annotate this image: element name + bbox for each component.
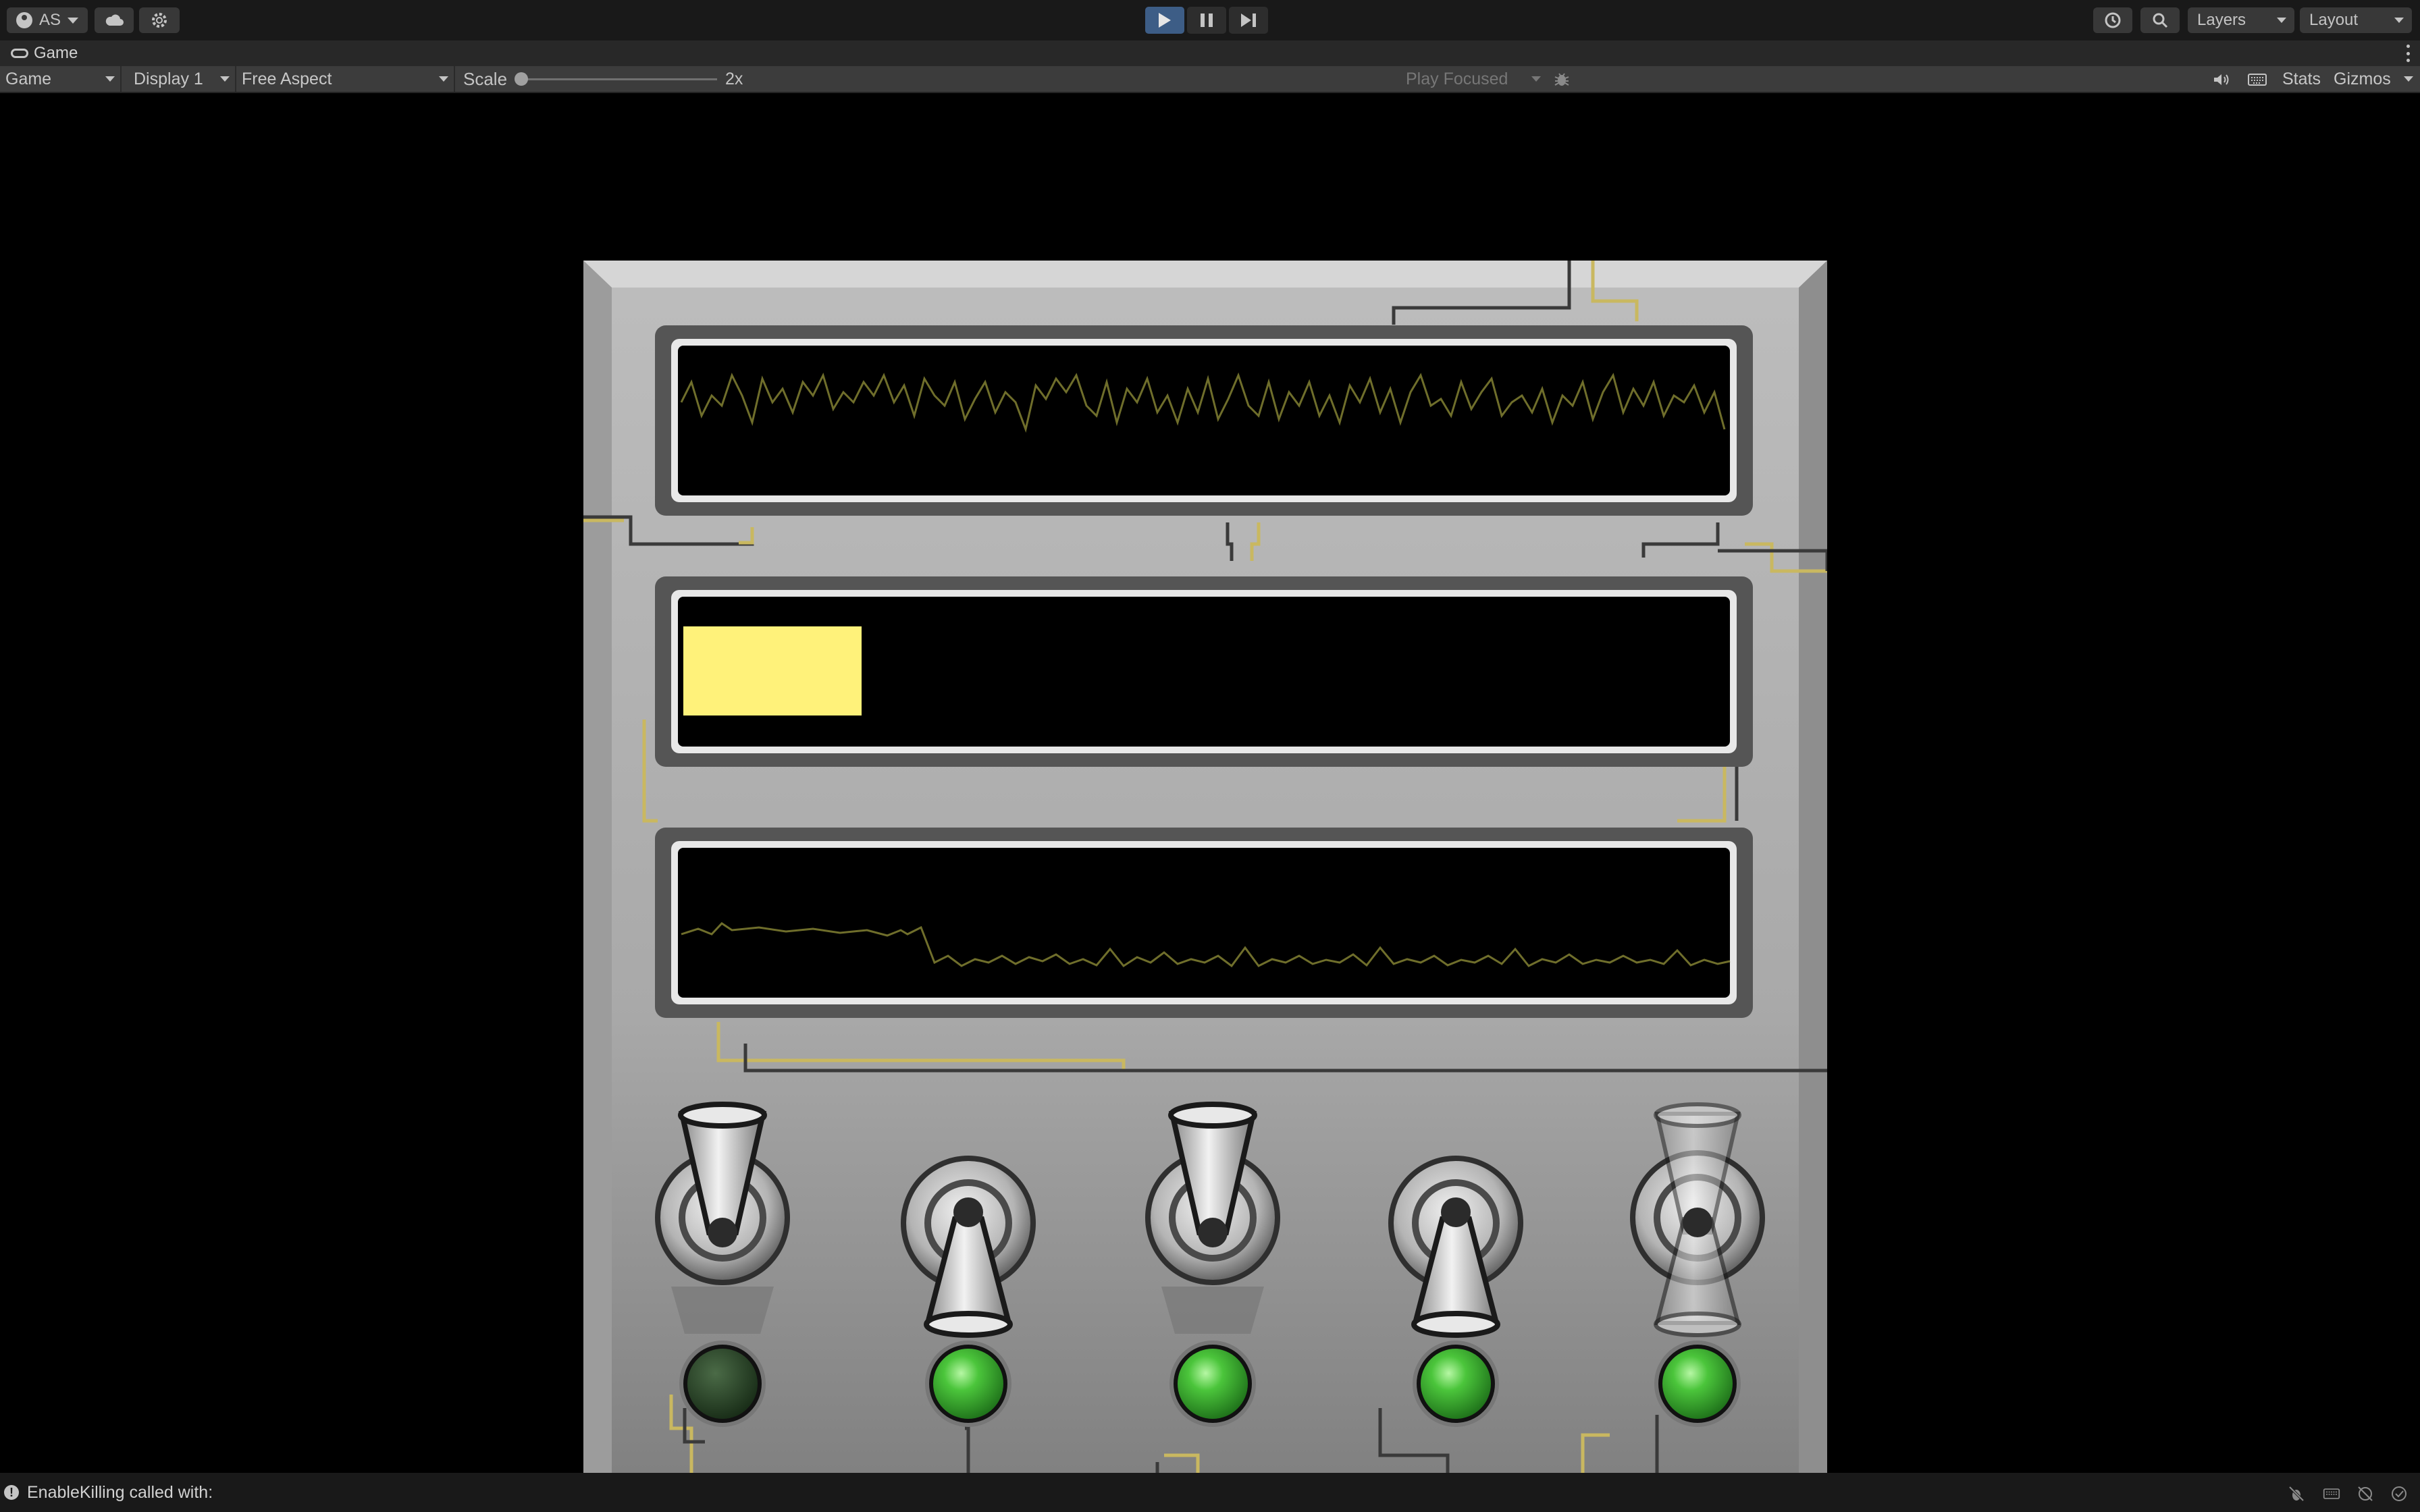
bug-off-icon[interactable] <box>2288 1485 2305 1503</box>
play-mode-label: Play Focused <box>1406 69 1508 88</box>
history-icon <box>2105 12 2121 28</box>
indicator-light-1 <box>679 1341 766 1427</box>
aspect-dropdown[interactable]: Free Aspect <box>236 66 455 92</box>
bug-icon[interactable] <box>1553 70 1571 88</box>
waveform-screen-3 <box>678 848 1730 998</box>
account-label: AS <box>38 11 61 29</box>
more-options-icon[interactable] <box>2406 45 2411 62</box>
indicator-light-4 <box>1413 1341 1499 1427</box>
chevron-down-icon <box>2394 18 2404 23</box>
chevron-down-icon <box>1531 76 1541 82</box>
playmode-controls <box>1145 7 1273 34</box>
audio-icon[interactable] <box>2212 72 2231 87</box>
layout-label: Layout <box>2309 11 2359 29</box>
indicator-light-5 <box>1654 1341 1741 1427</box>
stats-button[interactable]: Stats <box>2282 66 2321 92</box>
search-button[interactable] <box>2140 7 2180 33</box>
scale-value: 2x <box>725 70 743 88</box>
gizmos-chevron-down-icon[interactable] <box>2404 76 2413 82</box>
play-focused-dropdown[interactable]: Play Focused <box>1399 66 1545 92</box>
layout-dropdown[interactable]: Layout <box>2300 7 2412 33</box>
pause-button[interactable] <box>1187 7 1226 34</box>
view-mode-label: Game <box>5 69 52 88</box>
indicator-light-3 <box>1169 1341 1256 1427</box>
console-message[interactable]: EnableKilling called with: <box>27 1473 213 1512</box>
tab-game-label: Game <box>34 44 78 62</box>
highlight-block <box>683 626 862 716</box>
layers-label: Layers <box>2197 11 2246 29</box>
main-toolbar: AS Layers Layout <box>0 0 2420 40</box>
cloud-button[interactable] <box>95 7 134 33</box>
info-icon: ! <box>4 1485 19 1500</box>
tab-game[interactable]: Game <box>0 40 89 66</box>
chevron-down-icon <box>2277 18 2286 23</box>
layers-dropdown[interactable]: Layers <box>2188 7 2294 33</box>
scale-slider-handle[interactable] <box>515 72 528 86</box>
settings-button[interactable] <box>139 7 180 33</box>
gear-icon <box>152 13 167 28</box>
chevron-down-icon <box>220 76 230 82</box>
network-off-icon[interactable] <box>2357 1485 2374 1503</box>
game-view <box>0 93 2420 1505</box>
display-dropdown[interactable]: Display 1 <box>128 66 236 92</box>
step-button[interactable] <box>1229 7 1268 34</box>
scale-label: Scale <box>463 69 508 89</box>
play-button[interactable] <box>1145 7 1184 34</box>
play-icon <box>1159 13 1171 28</box>
search-icon <box>2153 13 2168 28</box>
keyboard-status-icon[interactable] <box>2323 1485 2340 1503</box>
account-dropdown[interactable]: AS <box>7 7 88 33</box>
waveform-screen-1 <box>678 346 1730 495</box>
step-icon <box>1241 14 1256 27</box>
undo-history-button[interactable] <box>2093 7 2132 33</box>
chevron-down-icon <box>68 17 78 24</box>
aspect-label: Free Aspect <box>242 69 332 88</box>
pause-icon <box>1201 14 1213 27</box>
chevron-down-icon <box>105 76 115 82</box>
control-panel <box>583 261 1827 1505</box>
account-icon <box>16 12 32 28</box>
gizmos-button[interactable]: Gizmos <box>2334 66 2391 92</box>
keyboard-icon[interactable] <box>2247 72 2267 87</box>
indicator-light-2 <box>925 1341 1011 1427</box>
chevron-down-icon <box>439 76 448 82</box>
game-view-toolbar: Game Display 1 Free Aspect Scale 2x Play… <box>0 66 2420 93</box>
status-bar: ! EnableKilling called with: <box>0 1473 2420 1512</box>
check-circle-icon[interactable] <box>2390 1485 2408 1503</box>
display-label: Display 1 <box>134 69 203 88</box>
window-tab-bar: Game <box>0 40 2420 66</box>
cloud-icon <box>105 14 124 26</box>
view-mode-dropdown[interactable]: Game <box>0 66 122 92</box>
scale-slider-track[interactable] <box>521 78 717 80</box>
gamepad-icon <box>11 49 28 58</box>
